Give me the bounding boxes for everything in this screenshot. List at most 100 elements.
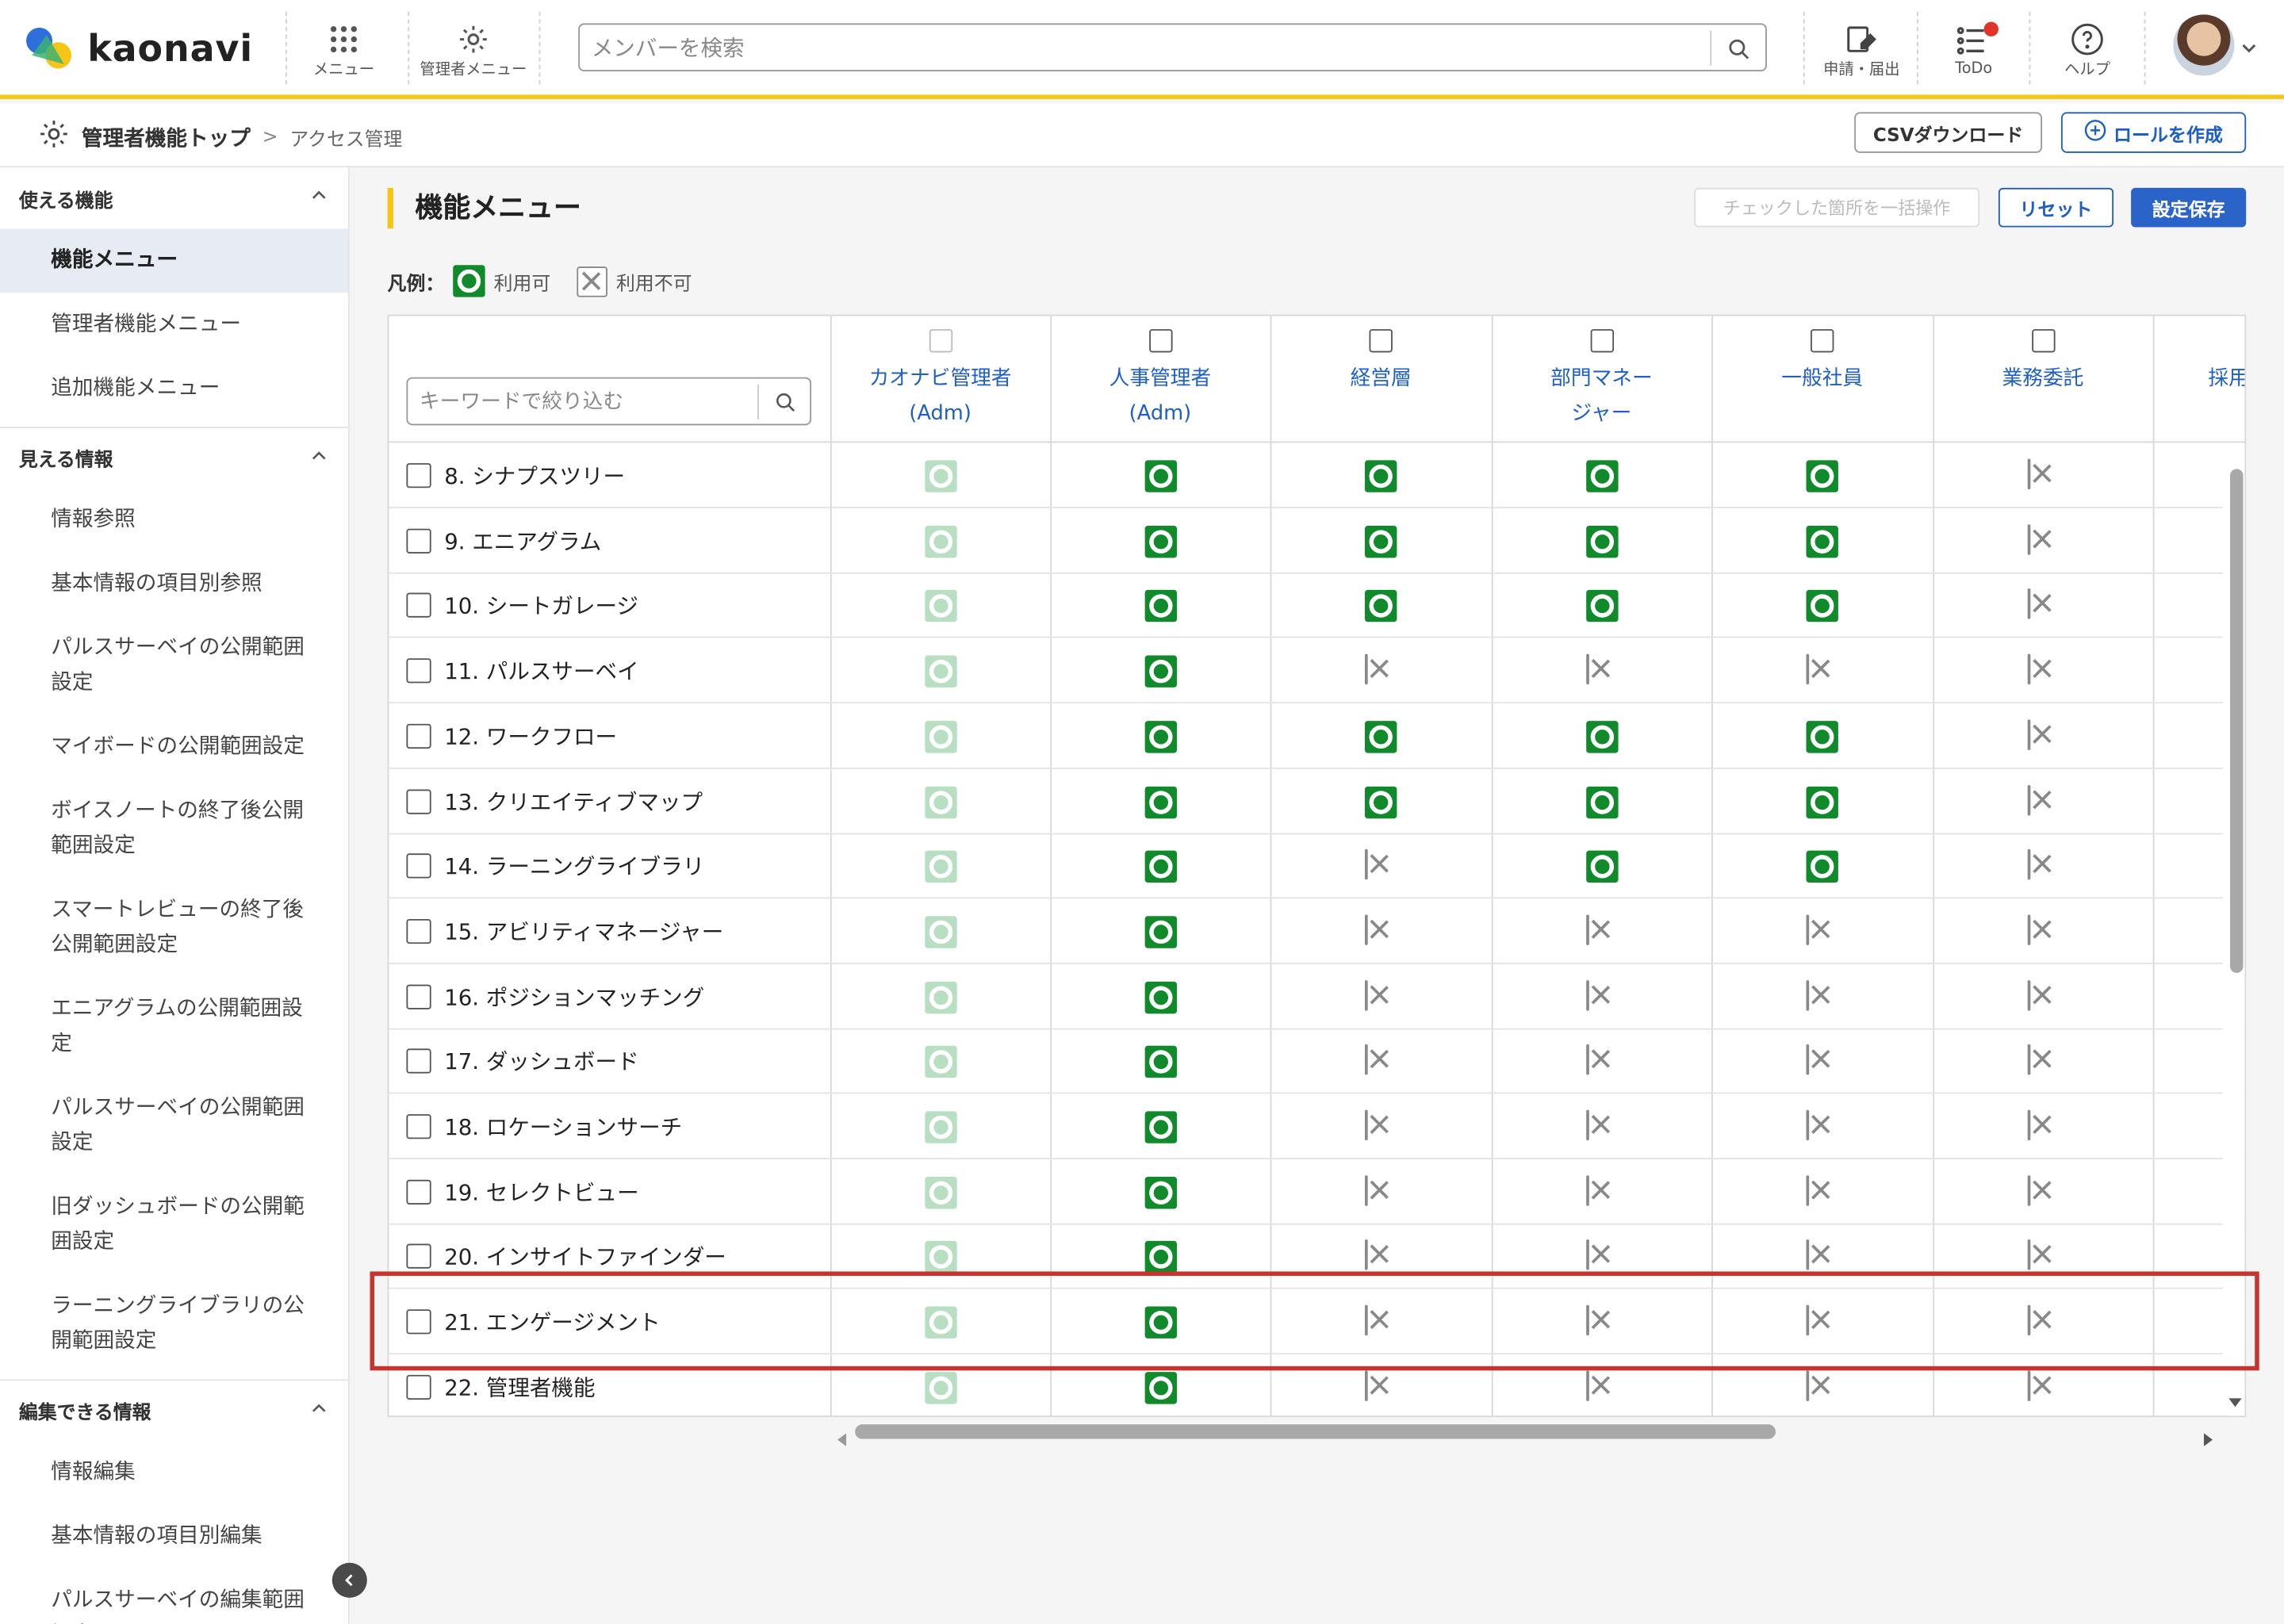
permission-cell[interactable] <box>1144 1306 1178 1339</box>
reset-button[interactable]: リセット <box>1998 187 2114 228</box>
vertical-scrollbar[interactable] <box>2222 442 2245 1416</box>
sidebar-collapse-button[interactable] <box>331 1562 367 1598</box>
permission-cell[interactable] <box>1586 720 1619 753</box>
permission-cell[interactable] <box>1586 785 1619 818</box>
sidebar-item-old-dashboard-scope[interactable]: 旧ダッシュボードの公開範囲設定 <box>0 1175 348 1274</box>
sidebar-item-basic-field-view[interactable]: 基本情報の項目別参照 <box>0 552 348 616</box>
row-select-checkbox[interactable] <box>406 1114 431 1139</box>
permission-cell[interactable] <box>1364 1369 1397 1404</box>
row-select-checkbox[interactable] <box>406 918 431 944</box>
permission-cell[interactable] <box>925 785 957 818</box>
role-name[interactable]: 一般社員 <box>1781 362 1863 396</box>
permission-cell[interactable] <box>1586 1239 1618 1274</box>
permission-cell[interactable] <box>1806 720 1838 753</box>
admin-menu-button[interactable]: 管理者メニュー <box>412 12 535 88</box>
permission-cell[interactable] <box>1806 1369 1838 1404</box>
permission-cell[interactable] <box>1806 914 1838 948</box>
permission-cell[interactable] <box>1144 1241 1178 1274</box>
permission-cell[interactable] <box>1806 653 1838 688</box>
permission-cell[interactable] <box>1364 1239 1397 1274</box>
row-select-checkbox[interactable] <box>406 593 431 619</box>
permission-cell[interactable] <box>925 1176 957 1208</box>
row-select-checkbox[interactable] <box>406 983 431 1009</box>
permission-cell[interactable] <box>925 1371 957 1404</box>
role-select-checkbox[interactable] <box>1589 329 1614 353</box>
sidebar-item-voice-note-scope[interactable]: ボイスノートの終了後公開範囲設定 <box>0 779 348 879</box>
permission-cell[interactable] <box>2027 1174 2060 1208</box>
breadcrumb-home-link[interactable]: 管理者機能トップ <box>82 121 251 152</box>
permission-cell[interactable] <box>1806 1174 1838 1208</box>
permission-cell[interactable] <box>1144 785 1178 818</box>
row-select-checkbox[interactable] <box>406 1244 431 1270</box>
keyword-filter-input[interactable] <box>408 378 752 424</box>
permission-cell[interactable] <box>1144 590 1178 622</box>
row-select-checkbox[interactable] <box>406 788 431 814</box>
permission-cell[interactable] <box>2027 588 2060 622</box>
vertical-scrollbar-thumb[interactable] <box>2229 469 2244 973</box>
permission-cell[interactable] <box>2027 1109 2060 1143</box>
sidebar-item-pulse-survey-scope[interactable]: パルスサーベイの公開範囲設定 <box>0 616 348 715</box>
row-select-checkbox[interactable] <box>406 528 431 553</box>
permission-cell[interactable] <box>1364 590 1397 622</box>
permission-cell[interactable] <box>925 850 957 883</box>
permission-cell[interactable] <box>1586 914 1618 948</box>
permission-cell[interactable] <box>2027 849 2060 883</box>
permission-cell[interactable] <box>925 1306 957 1339</box>
horizontal-scrollbar-thumb[interactable] <box>855 1424 1776 1439</box>
sidebar-item-additional-menu[interactable]: 追加機能メニュー <box>0 357 348 421</box>
sidebar-item-basic-field-edit[interactable]: 基本情報の項目別編集 <box>0 1504 348 1568</box>
permission-cell[interactable] <box>925 460 957 492</box>
scroll-left-arrow-icon[interactable] <box>837 1424 847 1452</box>
permission-cell[interactable] <box>1806 785 1838 818</box>
permission-cell[interactable] <box>1806 850 1838 883</box>
permission-cell[interactable] <box>925 655 957 688</box>
permission-cell[interactable] <box>1144 720 1178 753</box>
permission-cell[interactable] <box>1806 525 1838 557</box>
permission-cell[interactable] <box>1144 1176 1178 1208</box>
sidebar-item-myboard-scope[interactable]: マイボードの公開範囲設定 <box>0 715 348 779</box>
permission-cell[interactable] <box>925 1241 957 1274</box>
permission-cell[interactable] <box>2027 523 2060 557</box>
sidebar-item-learning-library-scope[interactable]: ラーニングライブラリの公開範囲設定 <box>0 1274 348 1373</box>
sidebar-item-smart-review-scope[interactable]: スマートレビューの終了後公開範囲設定 <box>0 879 348 978</box>
role-select-checkbox[interactable] <box>1369 329 1393 353</box>
permission-cell[interactable] <box>2027 1369 2060 1404</box>
row-select-checkbox[interactable] <box>406 723 431 749</box>
permission-cell[interactable] <box>925 720 957 753</box>
role-select-checkbox[interactable] <box>1148 329 1172 353</box>
permission-cell[interactable] <box>2027 784 2060 818</box>
permission-cell[interactable] <box>1806 590 1838 622</box>
permission-cell[interactable] <box>1144 916 1178 948</box>
permission-cell[interactable] <box>925 1046 957 1078</box>
csv-download-button[interactable]: CSVダウンロード <box>1854 112 2043 153</box>
permission-cell[interactable] <box>925 1111 957 1143</box>
permission-cell[interactable] <box>2027 458 2060 492</box>
permission-cell[interactable] <box>1144 460 1178 492</box>
permission-cell[interactable] <box>2027 653 2060 688</box>
permission-cell[interactable] <box>1586 850 1619 883</box>
row-select-checkbox[interactable] <box>406 1179 431 1205</box>
permission-cell[interactable] <box>1364 653 1397 688</box>
sidebar-section-usable[interactable]: 使える機能 <box>0 167 348 228</box>
permission-cell[interactable] <box>1364 1174 1397 1208</box>
permission-cell[interactable] <box>1144 655 1178 688</box>
permission-cell[interactable] <box>925 590 957 622</box>
menu-button[interactable]: メニュー <box>303 12 385 88</box>
role-name[interactable]: 部門マネー ジャー <box>1550 362 1653 431</box>
role-name[interactable]: 人事管理者 (Adm) <box>1109 362 1212 431</box>
permission-cell[interactable] <box>1144 850 1178 883</box>
permission-cell[interactable] <box>1586 653 1618 688</box>
role-select-checkbox[interactable] <box>1811 329 1834 353</box>
permission-cell[interactable] <box>1364 720 1397 753</box>
sidebar-item-info-edit[interactable]: 情報編集 <box>0 1440 348 1504</box>
permission-cell[interactable] <box>2027 1239 2060 1274</box>
sidebar-item-enneagram-scope[interactable]: エニアグラムの公開範囲設定 <box>0 977 348 1076</box>
scroll-down-arrow-icon[interactable] <box>2228 1385 2242 1413</box>
sidebar-item-info-view[interactable]: 情報参照 <box>0 488 348 552</box>
row-select-checkbox[interactable] <box>406 463 431 488</box>
permission-cell[interactable] <box>2027 1304 2060 1339</box>
help-button[interactable]: ヘルプ <box>2039 12 2135 88</box>
permission-cell[interactable] <box>1806 979 1838 1013</box>
role-name[interactable]: 採用 <box>2208 362 2244 396</box>
row-select-checkbox[interactable] <box>406 1374 431 1400</box>
